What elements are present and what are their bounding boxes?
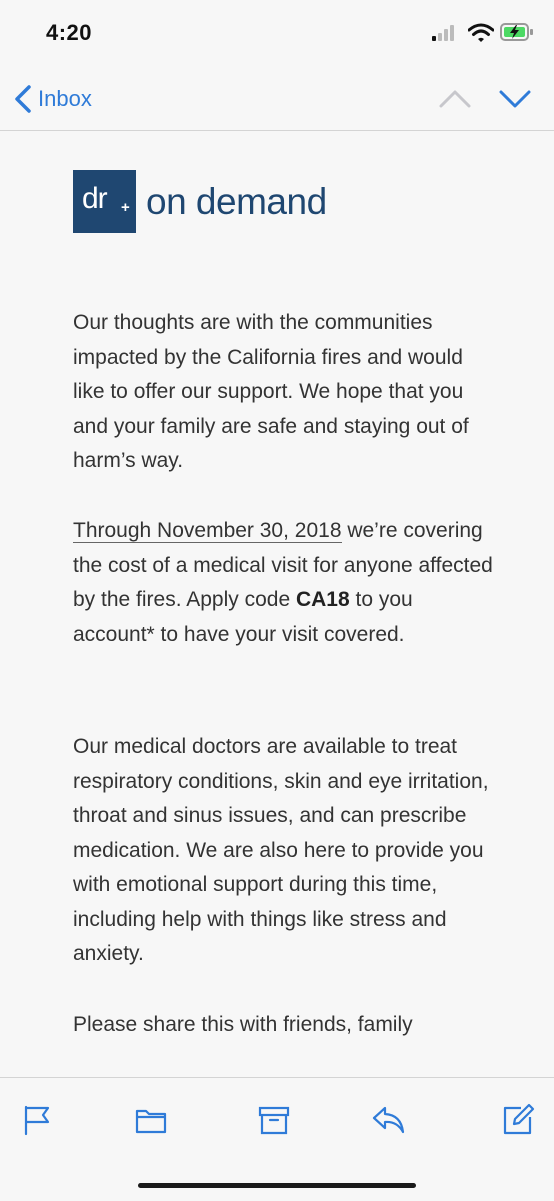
folder-icon[interactable]: [134, 1103, 168, 1137]
home-indicator: [138, 1183, 416, 1188]
battery-charging-icon: [500, 23, 533, 41]
nav-bar: Inbox: [0, 68, 554, 131]
cellular-signal-icon: [432, 25, 454, 41]
logo-mark: dr +: [73, 170, 136, 233]
status-time: 4:20: [46, 20, 93, 45]
archive-icon[interactable]: [257, 1103, 291, 1137]
dr-on-demand-logo: dr + on demand: [73, 170, 493, 233]
chevron-up-icon[interactable]: [438, 86, 472, 112]
chevron-left-icon: [15, 85, 31, 113]
logo-mark-plus: +: [121, 199, 130, 216]
paragraph-offer: Through November 30, 2018 we’re covering…: [73, 514, 493, 652]
compose-icon[interactable]: [501, 1103, 535, 1137]
email-body: dr + on demand Our thoughts are with the…: [73, 170, 493, 1036]
wifi-icon: [468, 23, 494, 42]
promo-code: CA18: [295, 588, 350, 611]
back-label: Inbox: [38, 86, 92, 111]
reply-icon[interactable]: [371, 1103, 405, 1137]
status-bar: 4:20: [0, 0, 554, 60]
paragraph-doctors: Our medical doctors are available to tre…: [73, 735, 489, 965]
date-link[interactable]: Through November 30, 2018: [73, 519, 342, 543]
paragraph-share: Please share this with friends, family: [73, 1013, 413, 1036]
back-to-inbox-button[interactable]: Inbox: [12, 84, 92, 114]
flag-icon[interactable]: [21, 1103, 55, 1137]
logo-wordmark: on demand: [146, 180, 327, 222]
paragraph-support: Our thoughts are with the communities im…: [73, 311, 469, 472]
logo-mark-text: dr: [82, 182, 108, 215]
chevron-down-icon[interactable]: [498, 86, 532, 112]
